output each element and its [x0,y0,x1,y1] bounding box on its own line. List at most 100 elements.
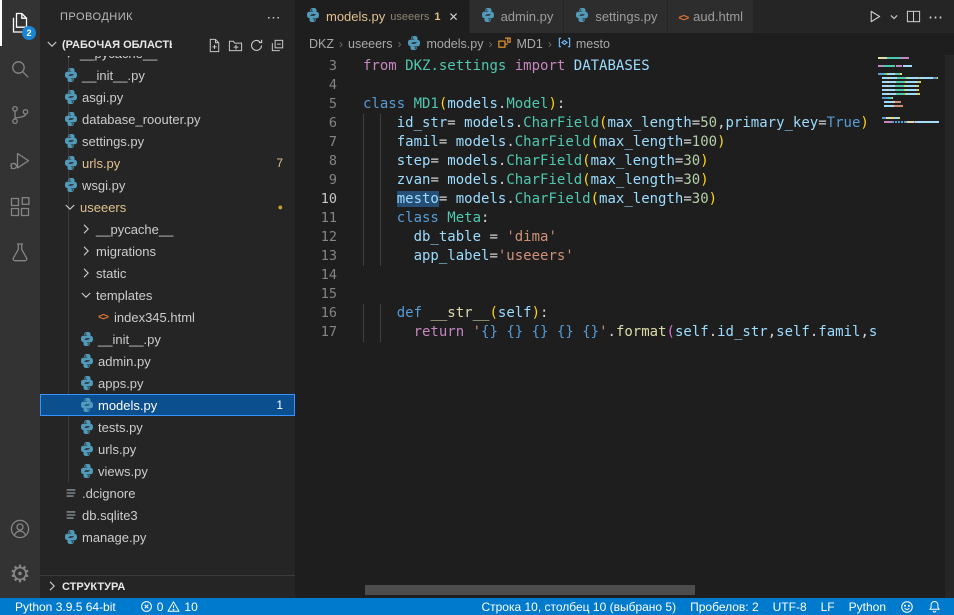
tree-folder--pycache-[interactable]: __pycache__ [40,218,295,240]
status-language-mode[interactable]: Python [842,598,893,615]
tree-folder-templates[interactable]: templates [40,284,295,306]
tree-folder-useeers[interactable]: useeers● [40,196,295,218]
breadcrumb-item-useeers[interactable]: useeers [348,37,392,51]
code-token: CharField [506,172,582,188]
run-debug-icon[interactable] [0,138,40,184]
code-line-7[interactable]: 7 famil= models.CharField(max_length=100… [295,133,954,152]
code-line-6[interactable]: 6 id_str= models.CharField(max_length=50… [295,114,954,133]
explorer-icon[interactable]: 2 [0,0,40,46]
tree-file-urls-py[interactable]: urls.py [40,438,295,460]
search-icon[interactable] [0,46,40,92]
status-cursor-position[interactable]: Строка 10, столбец 10 (выбрано 5) [474,598,683,615]
minimap-line [878,85,945,87]
tree-file-admin-py[interactable]: admin.py [40,350,295,372]
close-icon[interactable]: ✕ [449,10,459,24]
tab-settings-py[interactable]: settings.py [564,0,668,33]
status-python-interpreter[interactable]: Python 3.9.5 64-bit [8,598,123,615]
code-token: = [692,115,700,131]
code-line-5[interactable]: 5class MD1(models.Model): [295,95,954,114]
tree-file--init-py[interactable]: __init__.py [40,328,295,350]
tree-folder-static[interactable]: static [40,262,295,284]
tree-file-wsgi-py[interactable]: wsgi.py [40,174,295,196]
code-line-8[interactable]: 8 step= models.CharField(max_length=30) [295,152,954,171]
tree-file-asgi-py[interactable]: asgi.py [40,86,295,108]
breadcrumb-item-md1[interactable]: MD1 [497,35,542,53]
code-line-9[interactable]: 9 zvan= models.CharField(max_length=30) [295,171,954,190]
code-line-16[interactable]: 16 def __str__(self): [295,304,954,323]
tree-file-apps-py[interactable]: apps.py [40,372,295,394]
tree-file--init-py[interactable]: __init__.py [40,64,295,86]
tree-file-views-py[interactable]: views.py [40,460,295,482]
code-token: = [489,248,497,264]
new-file-icon[interactable] [207,38,222,53]
tree-file-database-roouter-py[interactable]: database_roouter.py [40,108,295,130]
status-notifications[interactable] [921,598,948,615]
code-line-4[interactable]: 4 [295,76,954,95]
manage-gear-icon[interactable]: ⚙ [0,552,40,598]
tree-file-models-py[interactable]: models.py1 [40,394,295,416]
minimap[interactable] [878,56,945,125]
testing-icon[interactable] [0,230,40,276]
tree-item-label: migrations [96,244,156,259]
tree-item-label: db.sqlite3 [82,508,138,523]
tree-file-index345-html[interactable]: <>index345.html [40,306,295,328]
more-actions-icon[interactable]: ⋯ [928,8,944,26]
code-line-15[interactable]: 15 [295,285,954,304]
tree-item-label: index345.html [114,310,195,325]
line-content: db_table = 'dima' [337,228,557,247]
code-line-13[interactable]: 13 app_label='useeers' [295,247,954,266]
tree-file-settings-py[interactable]: settings.py [40,130,295,152]
run-python-file-icon[interactable] [867,9,882,24]
tree-file--dcignore[interactable]: .dcignore [40,482,295,504]
code-token: max_length [591,172,675,188]
workspace-section-header[interactable]: (РАБОЧАЯ ОБЛАСТЬ) ... [40,34,295,56]
line-content: mesto= models.CharField(max_length=30) [337,190,717,209]
vscode-window: 2 [0,0,954,598]
outline-section-header[interactable]: СТРУКТУРА [40,575,295,598]
account-icon[interactable] [0,506,40,552]
code-line-11[interactable]: 11 class Meta: [295,209,954,228]
status-eol[interactable]: LF [814,598,842,615]
code-line-3[interactable]: 3from DKZ.settings import DATABASES [295,57,954,76]
breadcrumb-label: models.py [426,37,483,51]
tab-models-py[interactable]: models.pyuseeers1✕ [295,0,470,33]
code-line-14[interactable]: 14 [295,266,954,285]
breadcrumb-item-models-py[interactable]: models.py [406,35,483,54]
tab-aud-html[interactable]: <>aud.html [668,0,754,33]
code-token: : [557,96,565,112]
status-encoding[interactable]: UTF-8 [766,598,814,615]
code-line-12[interactable]: 12 db_table = 'dima' [295,228,954,247]
refresh-icon[interactable] [249,38,264,53]
tree-item-label: __init__.py [82,68,145,83]
views-more-actions-icon[interactable]: ⋯ [267,9,282,26]
status-feedback[interactable] [893,598,921,615]
tree-folder-migrations[interactable]: migrations [40,240,295,262]
tree-file-manage-py[interactable]: manage.py [40,526,295,548]
vertical-scrollbar[interactable] [945,55,954,598]
status-indentation[interactable]: Пробелов: 2 [683,598,766,615]
code-editor[interactable]: 3from DKZ.settings import DATABASES45cla… [295,55,954,598]
horizontal-scrollbar[interactable] [365,585,695,595]
line-number: 8 [295,152,337,171]
tab-admin-py[interactable]: admin.py [470,0,565,33]
minimap-line [878,113,945,115]
source-control-icon[interactable] [0,92,40,138]
run-picker-chevron-icon[interactable] [889,12,899,22]
breadcrumb-separator: › [397,37,401,51]
tree-file-db-sqlite3[interactable]: db.sqlite3 [40,504,295,526]
code-token: id_str [717,324,768,340]
status-bar: Python 3.9.5 64-bit 010 Строка 10, столбе… [0,598,954,615]
tree-file-urls-py[interactable]: urls.py7 [40,152,295,174]
python-file-icon [78,353,96,369]
tree-folder--pycache-[interactable]: __pycache__ [40,56,295,64]
split-editor-icon[interactable] [906,9,921,24]
breadcrumb-item-dkz[interactable]: DKZ [309,37,334,51]
new-folder-icon[interactable] [228,38,243,53]
collapse-all-icon[interactable] [270,38,285,53]
extensions-icon[interactable] [0,184,40,230]
breadcrumb-item-mesto[interactable]: mesto [557,35,610,53]
status-problems[interactable]: 010 [133,598,205,615]
code-line-17[interactable]: 17 return '{} {} {} {} {}'.format(self.i… [295,323,954,342]
code-line-10[interactable]: 10 mesto= models.CharField(max_length=30… [295,190,954,209]
tree-file-tests-py[interactable]: tests.py [40,416,295,438]
